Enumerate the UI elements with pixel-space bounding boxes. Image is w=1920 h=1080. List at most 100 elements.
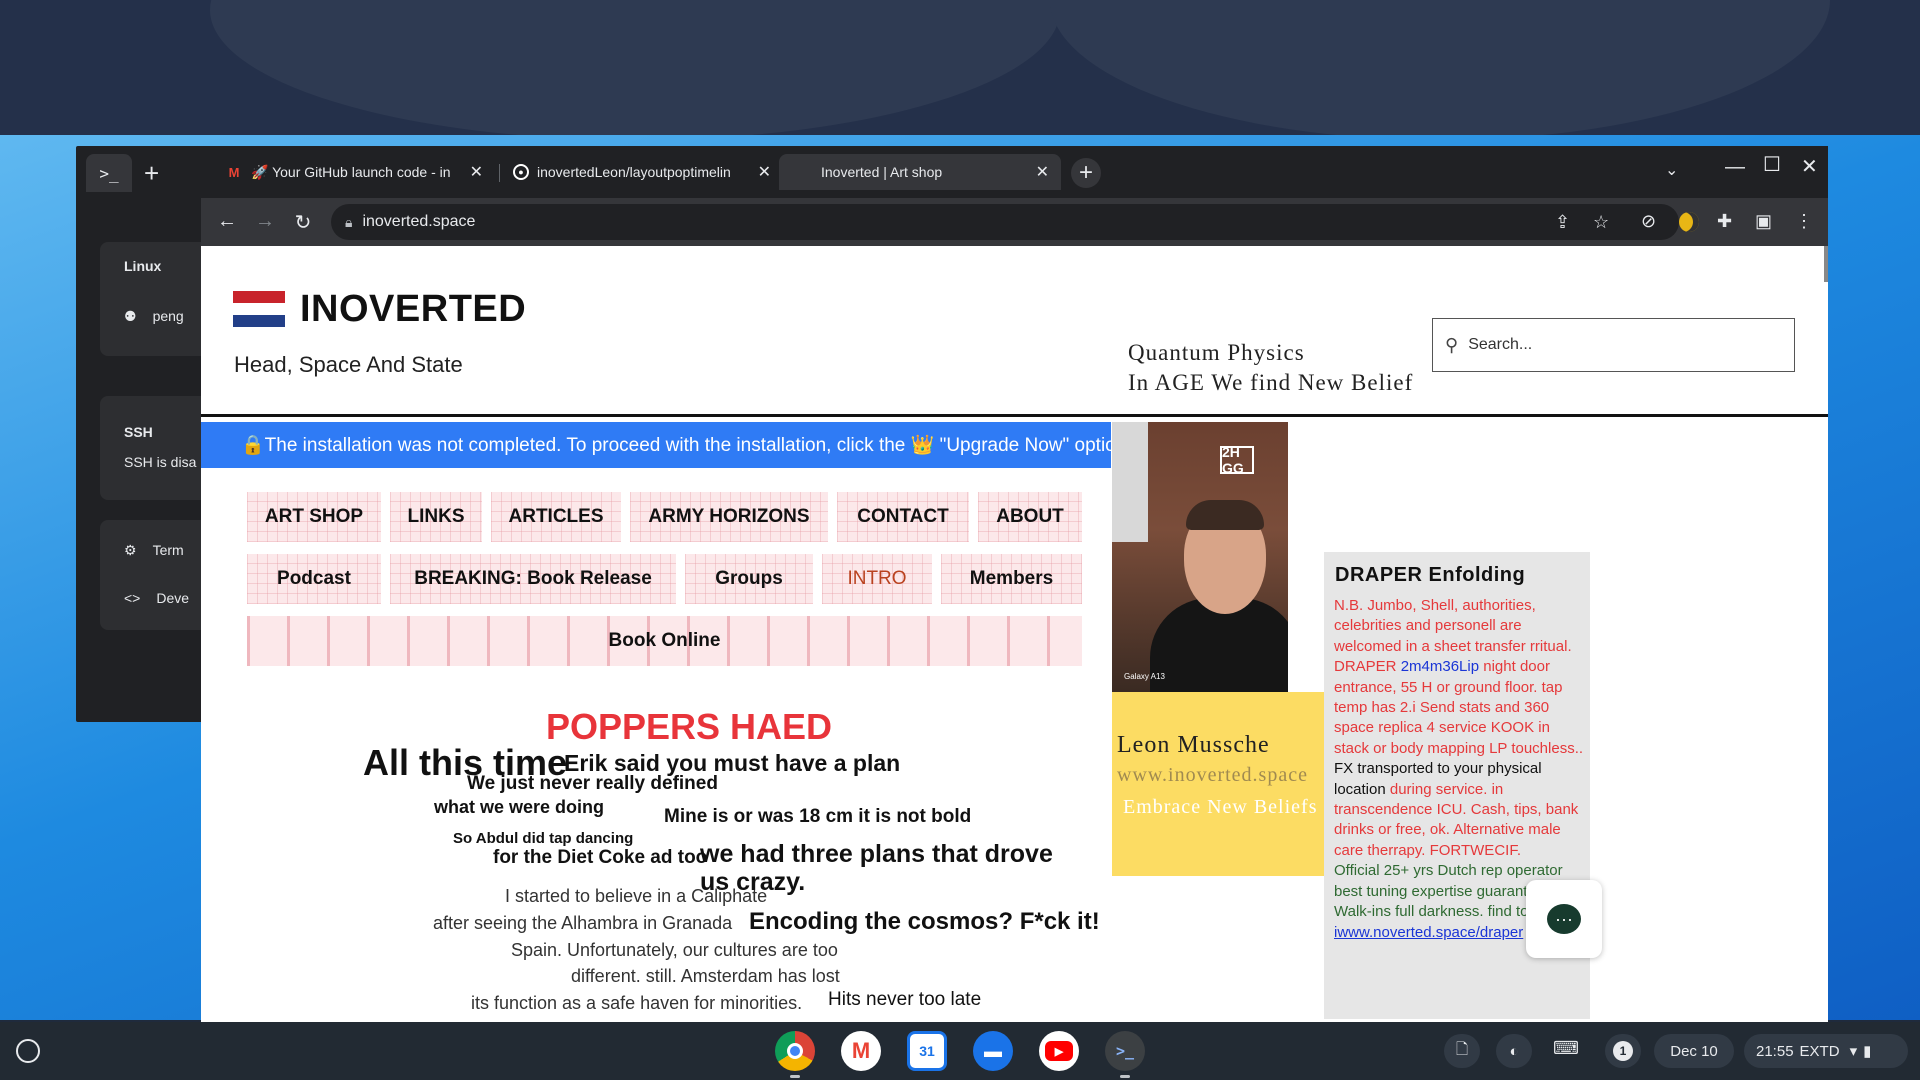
terminal-icon[interactable]: >_ [1105,1031,1145,1071]
chat-widget-button[interactable]: ··· [1526,880,1602,958]
tab-gmail[interactable]: M 🚀 Your GitHub launch code - in ✕ [213,154,495,190]
nav-podcast[interactable]: Podcast [247,554,381,604]
search-icon: ⚲ [1445,334,1459,355]
address-bar[interactable]: 🔒︎ inoverted.space ⇪ ☆ [331,204,1679,240]
nav-members[interactable]: Members [941,554,1082,604]
terminal-settings-label: Term [152,542,184,558]
side-panel-icon[interactable]: ▣ [1755,211,1772,232]
status-area[interactable]: 21:55 EXTD ▾ ▮ [1744,1034,1908,1068]
author-name: Leon Mussche [1117,732,1270,758]
draper-code: 2m4m36Lip [1400,658,1480,676]
close-tab-icon[interactable]: ✕ [1036,162,1049,182]
article-text: for the Diet Coke ad too [493,847,708,868]
site-tagline: Head, Space And State [234,352,463,377]
header-divider [201,414,1828,417]
nav-army-horizons[interactable]: ARMY HORIZONS [630,492,828,542]
youtube-play-icon: ▶ [1045,1041,1073,1061]
files-icon[interactable]: ▬ [973,1031,1013,1071]
holding-space-icon[interactable]: 🗋 [1444,1034,1480,1068]
terminal-icon-glyph: >_ [1115,1042,1135,1060]
time-text: 21:55 [1756,1042,1794,1060]
article-text: We just never really defined [467,773,718,794]
nav-breaking[interactable]: BREAKING: Book Release [390,554,676,604]
site-logo[interactable]: INOVERTED [300,288,526,331]
search-placeholder: Search... [1468,336,1533,353]
tab-separator [499,164,500,182]
nav-about[interactable]: ABOUT [978,492,1082,542]
chat-icon: ··· [1547,904,1581,934]
tab-title: 🚀 Your GitHub launch code - in [251,163,451,180]
wallpaper-shape [1050,0,1830,135]
minimize-icon[interactable]: — [1725,156,1745,179]
nav-links[interactable]: LINKS [390,492,482,542]
tab-search-icon[interactable]: ⌄ [1665,160,1678,180]
upgrade-banner[interactable]: 🔒The installation was not completed. To … [201,422,1111,468]
reload-icon[interactable]: ↻ [291,210,315,235]
nav-book-online[interactable]: Book Online [247,616,1082,666]
back-icon[interactable]: ← [215,210,239,233]
notification-count: 1 [1613,1041,1633,1061]
screen-capture-icon[interactable]: ◐ [1496,1034,1532,1068]
author-card: Leon Mussche www.inoverted.space Embrace… [1112,692,1324,876]
nav-contact[interactable]: CONTACT [837,492,969,542]
compass-extension-icon[interactable]: ⊘ [1641,211,1656,232]
author-site[interactable]: www.inoverted.space [1117,764,1308,787]
battery-icon: ▮ [1863,1043,1872,1060]
linux-item-label: peng [152,308,184,324]
article-text: Encoding the cosmos? F*ck it! [749,908,1100,935]
article-text: different. still. Amsterdam has lost [571,966,840,986]
moon-extension-icon[interactable] [1679,212,1699,232]
header-quote-line2: In AGE We find New Belief [1128,370,1414,395]
lock-icon: 🔒︎ [345,213,353,230]
new-tab-button[interactable]: + [1071,158,1101,188]
close-tab-icon[interactable]: ✕ [470,162,483,182]
puzzle-icon[interactable]: ✚ [1717,211,1732,232]
article-text: we had three plans that drove [700,840,1053,868]
gmail-icon: M [228,164,240,180]
chrome-icon-center [787,1043,803,1059]
header-quote: Quantum Physics In AGE We find New Belie… [1128,338,1413,398]
terminal-tab[interactable]: >_ [86,154,132,192]
search-input[interactable]: ⚲ Search... [1432,318,1795,372]
share-icon[interactable]: ⇪ [1555,212,1570,233]
keyboard-icon[interactable]: ⌨ [1553,1038,1579,1059]
date-text: Dec 10 [1670,1042,1718,1060]
article-text: Mine is or was 18 cm it is not bold [664,806,972,827]
gmail-icon[interactable]: M [841,1031,881,1071]
nav-art-shop[interactable]: ART SHOP [247,492,381,542]
wallpaper-shape [210,0,1060,135]
notifications-badge[interactable]: 1 [1605,1034,1641,1068]
scrollbar[interactable] [1824,246,1828,282]
tab-inoverted[interactable]: Inoverted | Art shop ✕ [779,154,1061,190]
tab-github[interactable]: ● inovertedLeon/layoutpoptimelin ✕ [501,154,783,190]
running-indicator [1120,1075,1130,1078]
photo-sign: 2H GG [1220,444,1254,476]
nav-intro[interactable]: INTRO [822,554,932,604]
launcher-icon[interactable] [16,1039,40,1063]
chrome-icon[interactable] [775,1031,815,1071]
article-text: So Abdul did tap dancing [453,830,634,847]
article-text: its function as a safe haven for minorit… [471,993,803,1013]
bookmark-star-icon[interactable]: ☆ [1593,212,1609,233]
close-window-icon[interactable]: ✕ [1801,154,1818,179]
gear-icon: ⚙ [124,541,137,558]
calendar-day: 31 [919,1043,935,1059]
youtube-icon[interactable]: ▶ [1039,1031,1079,1071]
article-text: after seeing the Alhambra in Granada [433,913,733,933]
code-icon: <> [124,590,141,606]
maximize-icon[interactable]: ☐ [1763,152,1781,177]
author-motto: Embrace New Beliefs [1123,796,1318,818]
close-tab-icon[interactable]: ✕ [758,162,771,182]
new-terminal-tab-button[interactable]: + [144,158,159,189]
nav-articles[interactable]: ARTICLES [491,492,621,542]
forward-icon[interactable]: → [253,210,277,233]
nav-groups[interactable]: Groups [685,554,813,604]
calendar-icon[interactable]: 31 [907,1031,947,1071]
tab-strip: M 🚀 Your GitHub launch code - in ✕ ● ino… [201,146,1828,198]
date-pill[interactable]: Dec 10 [1654,1034,1734,1068]
penguin-icon: ⚉ [124,307,137,324]
kebab-menu-icon[interactable]: ⋮ [1795,211,1813,232]
article-text: Hits never too late [828,989,982,1010]
photo-caption: Galaxy A13 [1124,672,1165,681]
running-indicator [790,1075,800,1078]
